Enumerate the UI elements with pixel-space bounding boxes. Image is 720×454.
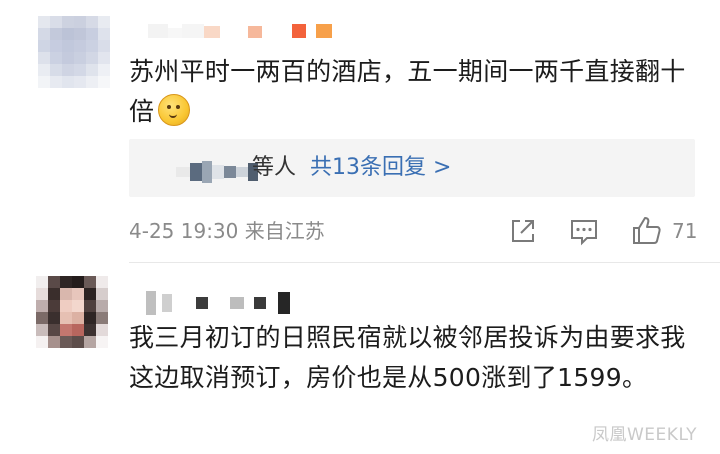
watermark: 凤凰WEEKLY	[592, 425, 698, 445]
avatar[interactable]	[38, 16, 110, 88]
comment-divider	[129, 262, 720, 263]
thinking-face-icon	[158, 94, 191, 126]
like-icon[interactable]	[630, 214, 664, 248]
share-icon[interactable]	[506, 214, 540, 248]
comment-text: 苏州平时一两百的酒店，五一期间一两千直接翻十倍	[129, 57, 686, 126]
comment-text: 我三月初订的日照民宿就以被邻居投诉为由要求我这边取消预订，房价也是从500涨到了…	[129, 323, 686, 392]
replier-names-blurred	[176, 160, 258, 184]
view-replies-link[interactable]: 共13条回复 >	[310, 155, 451, 180]
like-count: 71	[672, 219, 698, 243]
username-blurred[interactable]	[146, 290, 290, 316]
username-blurred[interactable]	[148, 18, 332, 38]
avatar[interactable]	[36, 276, 108, 348]
reply-summary: 等人 共13条回复 >	[252, 152, 451, 184]
comment-icon[interactable]	[567, 214, 601, 248]
comment-time-location: 4-25 19:30 来自江苏	[129, 219, 325, 243]
reply-others-label: 等人	[252, 155, 297, 180]
